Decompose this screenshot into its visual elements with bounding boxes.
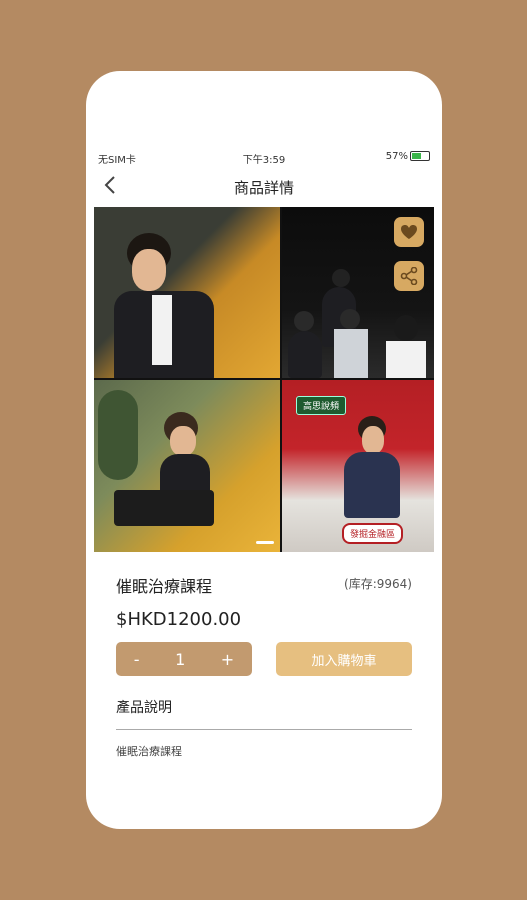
gallery-page-indicator bbox=[256, 541, 274, 544]
favorite-button[interactable] bbox=[394, 217, 424, 247]
battery-percent: 57% bbox=[385, 151, 408, 162]
description-heading: 產品說明 bbox=[116, 700, 172, 716]
stock-count: (库存:9964) bbox=[344, 577, 412, 591]
gallery-photo-1 bbox=[94, 207, 280, 378]
product-name: 催眠治療課程 bbox=[116, 577, 213, 596]
product-price: $HKD1200.00 bbox=[116, 609, 242, 630]
increase-quantity-button[interactable]: + bbox=[221, 650, 234, 669]
gallery-photo-4: 高思說頻 發掘金融區 bbox=[282, 380, 434, 552]
quantity-value: 1 bbox=[175, 649, 186, 669]
product-description: 催眠治療課程 bbox=[116, 745, 182, 758]
battery-icon bbox=[410, 151, 430, 161]
phone-frame: 无SIM卡 下午3:59 57% 商品詳情 高思說頻 發掘金融區 催眠治療課程 … bbox=[86, 71, 442, 829]
add-to-cart-button[interactable]: 加入購物車 bbox=[276, 642, 412, 676]
video-banner: 發掘金融區 bbox=[342, 523, 404, 544]
gallery-photo-2 bbox=[282, 207, 434, 378]
video-tag: 高思說頻 bbox=[296, 396, 347, 415]
share-icon bbox=[400, 267, 418, 285]
battery-status: 57% bbox=[386, 151, 430, 162]
nav-bar: 商品詳情 bbox=[86, 171, 442, 203]
gallery-photo-3 bbox=[94, 380, 280, 552]
divider bbox=[116, 729, 412, 730]
product-image-gallery[interactable]: 高思說頻 發掘金融區 bbox=[94, 207, 434, 552]
quantity-stepper: - 1 + bbox=[116, 642, 252, 676]
status-bar: 无SIM卡 下午3:59 57% bbox=[86, 149, 442, 167]
heart-icon bbox=[401, 225, 417, 239]
page-title: 商品詳情 bbox=[233, 179, 294, 197]
decrease-quantity-button[interactable]: - bbox=[134, 650, 140, 669]
share-button[interactable] bbox=[394, 261, 424, 291]
